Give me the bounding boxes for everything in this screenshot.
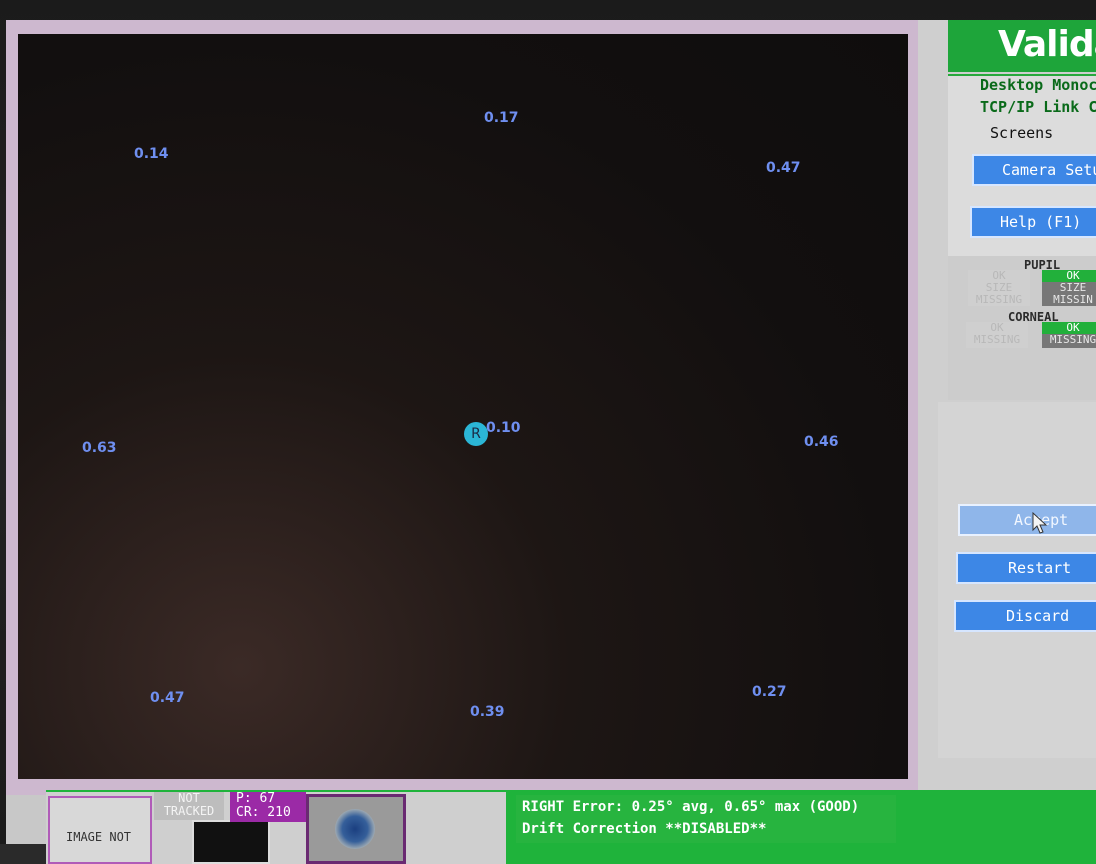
target-error-label: 0.46 <box>804 434 839 450</box>
accept-button[interactable]: Accept <box>958 504 1096 536</box>
pupil-status-right: OK SIZE MISSIN <box>1042 270 1096 306</box>
validation-plot: 0.14 0.17 0.47 0.63 R 0.10 0.46 0.47 0.3… <box>18 34 908 779</box>
eye-iris-image <box>335 809 375 849</box>
discard-button[interactable]: Discard <box>954 600 1096 632</box>
eye-position-marker: R <box>464 422 488 446</box>
pupil-status-left: OK SIZE MISSING <box>968 270 1030 306</box>
calibration-frame: 0.14 0.17 0.47 0.63 R 0.10 0.46 0.47 0.3… <box>6 20 918 795</box>
target-error-label: 0.47 <box>150 690 185 706</box>
drift-correction-status: Drift Correction **DISABLED** <box>522 821 767 837</box>
help-button[interactable]: Help (F1) <box>970 206 1096 238</box>
validation-report: RIGHT Error: 0.25° avg, 0.65° max (GOOD)… <box>516 795 896 843</box>
target-error-label: 0.14 <box>134 146 169 162</box>
target-error-label: 0.47 <box>766 160 801 176</box>
mode-line-1: Desktop Monoc <box>980 76 1096 94</box>
threshold-readout: P: 67 CR: 210 <box>230 792 306 822</box>
page-title: Valida <box>998 24 1096 65</box>
corneal-status-left: OK MISSING <box>966 322 1028 348</box>
mouse-pointer-icon <box>1032 512 1048 534</box>
control-panel: Valida Desktop Monoc TCP/IP Link C Scree… <box>918 20 1096 844</box>
corneal-status-right: OK MISSING <box>1042 322 1096 348</box>
restart-button[interactable]: Restart <box>956 552 1096 584</box>
eye-camera-view <box>306 794 406 864</box>
target-error-label: 0.63 <box>82 440 117 456</box>
screen: 0.14 0.17 0.47 0.63 R 0.10 0.46 0.47 0.3… <box>6 20 1096 864</box>
screens-title: Screens <box>990 124 1054 142</box>
target-error-label: 0.27 <box>752 684 787 700</box>
camera-thumbnail <box>192 820 270 864</box>
mode-line-2: TCP/IP Link C <box>980 98 1096 116</box>
not-tracked-badge: NOT TRACKED <box>154 792 224 820</box>
target-error-label: 0.17 <box>484 110 519 126</box>
camera-setup-button[interactable]: Camera Setu <box>972 154 1096 186</box>
target-error-label: 0.39 <box>470 704 505 720</box>
title-bar: Valida <box>948 20 1096 72</box>
image-not-label: IMAGE NOT <box>66 830 132 844</box>
target-error-label: 0.10 <box>486 420 521 436</box>
error-summary: RIGHT Error: 0.25° avg, 0.65° max (GOOD) <box>522 799 860 815</box>
